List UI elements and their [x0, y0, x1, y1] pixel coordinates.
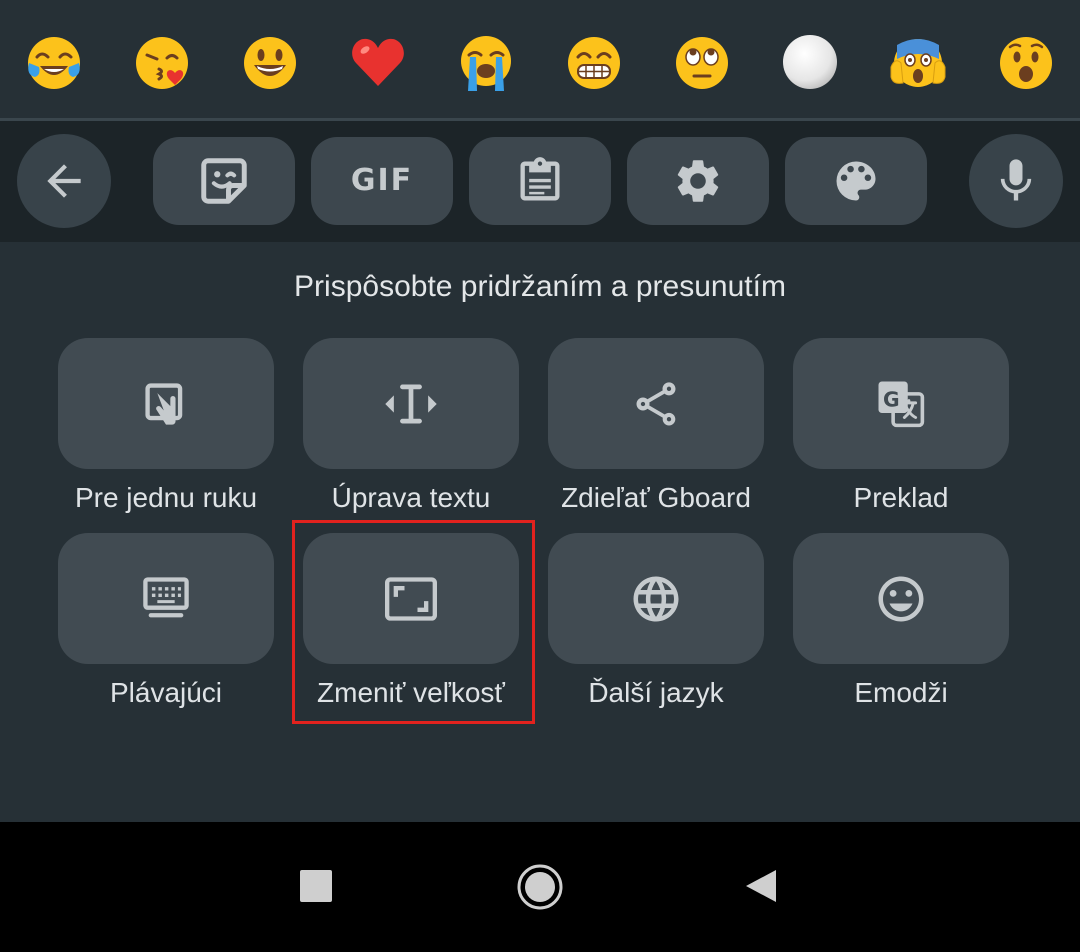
gif-button[interactable]: GIF: [311, 137, 453, 225]
theme-button[interactable]: [785, 137, 927, 225]
palette-icon: [836, 161, 876, 201]
red-heart-icon[interactable]: [349, 33, 407, 91]
grinning-face-icon[interactable]: [241, 33, 299, 91]
keyboard-screen: GIF Prispôsobte pridržaním a presunutím …: [0, 0, 1080, 952]
tile-share-gboard[interactable]: [548, 338, 764, 469]
globe-icon: [633, 576, 679, 621]
smiley-icon: [878, 576, 924, 621]
emoji-suggestion-bar: [0, 0, 1080, 118]
face-screaming-in-fear-icon[interactable]: [889, 33, 947, 91]
tile-label: Preklad: [853, 482, 949, 513]
beaming-face-icon[interactable]: [565, 33, 623, 91]
gif-label: GIF: [350, 163, 414, 198]
white-circle-icon[interactable]: [781, 33, 839, 91]
face-blowing-kiss-icon[interactable]: [133, 33, 191, 91]
tile-emoji[interactable]: [793, 533, 1009, 664]
tile-floating[interactable]: [58, 533, 274, 664]
share-icon: [636, 381, 676, 425]
tile-next-language[interactable]: [548, 533, 764, 664]
system-navigation-bar: [0, 822, 1080, 952]
clipboard-icon: [520, 157, 560, 201]
gear-icon: [677, 160, 719, 202]
translate-icon: G: [878, 381, 925, 427]
tile-translate[interactable]: G: [793, 338, 1009, 469]
sticker-button[interactable]: [153, 137, 295, 225]
face-with-tears-of-joy-icon[interactable]: [25, 33, 83, 91]
face-with-rolling-eyes-icon[interactable]: [673, 33, 731, 91]
tile-text-editing[interactable]: [303, 338, 519, 469]
circle-home-icon[interactable]: [517, 864, 563, 910]
sticker-icon: [201, 158, 247, 204]
clipboard-button[interactable]: [469, 137, 611, 225]
keyboard-toolbar: GIF: [0, 121, 1080, 242]
face-with-open-mouth-icon[interactable]: [997, 33, 1055, 91]
customize-panel: Prispôsobte pridržaním a presunutím Pre …: [0, 242, 1080, 822]
arrow-left-icon: [47, 164, 81, 198]
microphone-icon: [1000, 159, 1032, 201]
tile-one-handed[interactable]: [58, 338, 274, 469]
tile-label: Emodži: [854, 677, 948, 708]
one-handed-icon: [145, 382, 183, 425]
svg-text:G: G: [883, 387, 900, 411]
voice-input-button[interactable]: [969, 134, 1063, 228]
back-button[interactable]: [17, 134, 111, 228]
loudly-crying-face-icon[interactable]: [457, 33, 515, 91]
panel-title: Prispôsobte pridržaním a presunutím: [294, 270, 786, 303]
text-cursor-icon: [385, 384, 437, 423]
settings-button[interactable]: [627, 137, 769, 225]
triangle-back-icon[interactable]: [744, 868, 778, 904]
floating-keyboard-icon: [143, 576, 189, 617]
square-recents-icon[interactable]: [300, 870, 332, 902]
highlight-box: [292, 520, 535, 724]
